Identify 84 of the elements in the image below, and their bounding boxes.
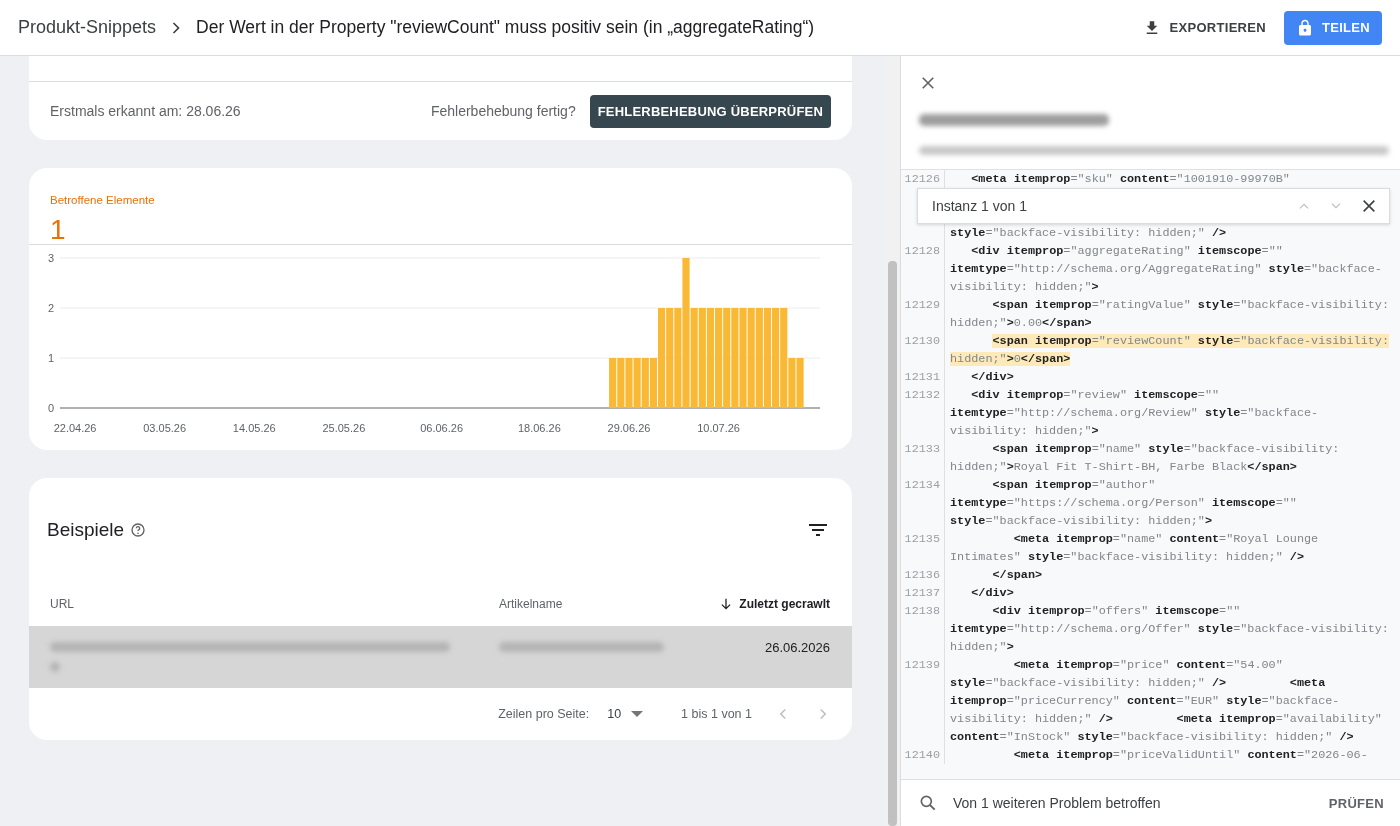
line-number: 12136 xyxy=(904,567,940,584)
code-text: style="backface-visibility: hidden;" /> <meta xyxy=(950,676,1326,690)
line-number: 12133 xyxy=(904,441,940,458)
metric-value: 1 xyxy=(50,214,66,246)
axis-label: 29.06.26 xyxy=(607,422,651,434)
axis-label: 14.05.26 xyxy=(232,422,276,434)
axis-label: 22.04.26 xyxy=(53,422,97,434)
line-number: 12135 xyxy=(904,531,940,548)
page-range: 1 bis 1 von 1 xyxy=(681,707,752,721)
code-text: visibility: hidden;"> xyxy=(950,280,1099,294)
share-button[interactable]: TEILEN xyxy=(1283,10,1382,45)
code-text: visibility: hidden;" /> <meta itemprop="availability" xyxy=(950,712,1382,726)
column-header[interactable]: Artikelname xyxy=(499,597,563,611)
code-text: itemprop="priceCurrency" content="EUR" style="backface- xyxy=(950,694,1340,708)
match-count: Instanz 1 von 1 xyxy=(932,198,1028,214)
fix-question: Fehlerbehebung fertig? xyxy=(430,103,576,119)
export-button[interactable]: EXPORTIEREN xyxy=(1135,10,1274,45)
table-row[interactable]: 26.06.2026 xyxy=(29,626,852,688)
rows-per-page-select[interactable]: 10 xyxy=(607,707,622,721)
axis-label: 06.06.26 xyxy=(420,422,464,434)
line-number: 12138 xyxy=(904,603,940,620)
page-title: Der Wert in der Property "reviewCount" muss positiv sein (in „aggregateRating“) xyxy=(196,17,815,38)
code-text: itemtype="http://schema.org/Review" style="backface- xyxy=(950,406,1319,420)
column-header[interactable]: URL xyxy=(50,597,74,611)
line-number: 12140 xyxy=(904,747,940,764)
line-number: 12130 xyxy=(904,333,940,350)
breadcrumb-link[interactable]: Produkt-Snippets xyxy=(18,17,157,38)
code-text: hidden;">Royal Fit T-Shirt-BH, Farbe Black</span> xyxy=(950,460,1297,474)
line-number: 12134 xyxy=(904,477,940,494)
code-text: </div> xyxy=(971,586,1014,600)
search-icon xyxy=(918,793,938,813)
section-title: Beispiele xyxy=(47,519,125,541)
axis-label: 1 xyxy=(47,352,54,364)
code-text: <span itemprop="author" xyxy=(992,478,1156,492)
line-number: 12131 xyxy=(904,369,940,386)
close-icon[interactable] xyxy=(919,74,937,92)
code-text: hidden;">0.00</span> xyxy=(950,316,1092,330)
code-text: hidden;">0</span> xyxy=(950,352,1071,366)
axis-label: 0 xyxy=(47,402,54,414)
code-text: <div itemprop="aggregateRating" itemscope="" xyxy=(971,244,1283,258)
code-text: visibility: hidden;"> xyxy=(950,424,1099,438)
code-text: <span itemprop="name" style="backface-visibility: xyxy=(992,442,1340,456)
axis-label: 25.05.26 xyxy=(322,422,366,434)
code-text: </div> xyxy=(971,370,1014,384)
code-text: style="backface-visibility: hidden;" /> xyxy=(950,226,1227,240)
line-number: 12128 xyxy=(904,243,940,260)
axis-label: 3 xyxy=(47,252,54,264)
code-text: </span> xyxy=(992,568,1043,582)
metric-label: Betroffene Elemente xyxy=(50,194,155,206)
related-issue-text: Von 1 weiteren Problem betroffen xyxy=(953,795,1162,811)
axis-label: 2 xyxy=(47,302,54,314)
code-text: Intimates" style="backface-visibility: hidden;" /> xyxy=(950,550,1304,564)
line-number: 12126 xyxy=(904,171,940,188)
inspect-button[interactable]: PRÜFEN xyxy=(1322,794,1390,812)
axis-label: 03.05.26 xyxy=(143,422,187,434)
code-text: <meta itemprop="priceValidUntil" content="2026-06- xyxy=(1013,748,1368,762)
code-text: itemtype="https://schema.org/Person" itemscope="" xyxy=(950,496,1297,510)
code-text: <div itemprop="offers" itemscope="" xyxy=(992,604,1241,618)
dropdown-icon[interactable] xyxy=(631,710,644,718)
code-text: itemtype="http://schema.org/AggregateRating" style="backface- xyxy=(950,262,1382,276)
code-text: <span itemprop="reviewCount" style="backface-visibility: xyxy=(992,334,1389,348)
column-header[interactable]: Zuletzt gecrawlt xyxy=(739,597,830,611)
first-detected-text: Erstmals erkannt am: 28.06.26 xyxy=(50,103,241,119)
table-cell-text: 26.06.2026 xyxy=(763,640,831,655)
close-icon[interactable] xyxy=(1361,198,1377,214)
code-text: <meta itemprop="sku" content="1001910-99970B" xyxy=(971,172,1290,186)
code-text: <meta itemprop="name" content="Royal Lounge xyxy=(1013,532,1319,546)
code-text: <span itemprop="ratingValue" style="backface-visibility: xyxy=(992,298,1389,312)
code-text: itemtype="http://schema.org/Offer" style="backface-visibility: xyxy=(950,622,1389,636)
code-text: <div itemprop="review" itemscope="" xyxy=(971,388,1220,402)
line-number: 12129 xyxy=(904,297,940,314)
axis-label: 10.07.26 xyxy=(697,422,740,434)
scrollbar[interactable] xyxy=(885,56,900,826)
rows-per-page-label: Zeilen pro Seite: xyxy=(498,707,590,721)
code-text: <meta itemprop="price" content="54.00" xyxy=(1013,658,1283,672)
line-number: 12139 xyxy=(904,657,940,674)
code-text: style="backface-visibility: hidden;"> xyxy=(950,514,1212,528)
axis-label: 18.06.26 xyxy=(517,422,561,434)
code-text: content="InStock" style="backface-visibility: hidden;" /> xyxy=(950,730,1354,744)
help-icon[interactable] xyxy=(130,522,147,538)
validate-fix-button[interactable]: FEHLERBEHEBUNG ÜBERPRÜFEN xyxy=(589,94,831,128)
line-number: 12132 xyxy=(904,387,940,404)
code-text: hidden;"> xyxy=(950,640,1014,654)
line-number: 12137 xyxy=(904,585,940,602)
